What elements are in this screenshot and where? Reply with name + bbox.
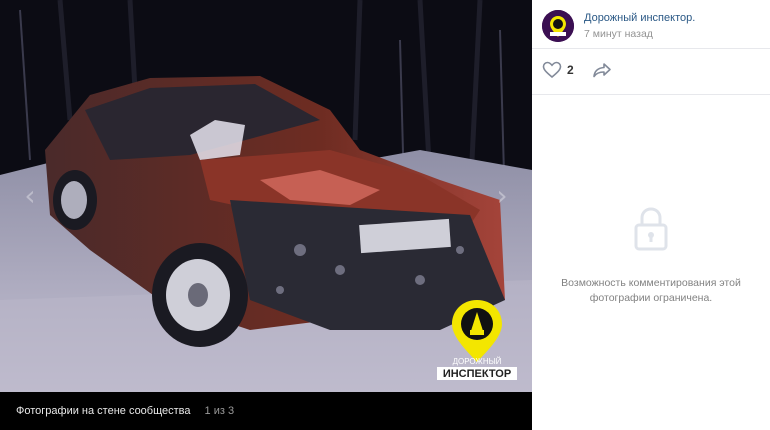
photo-counter: 1 из 3: [204, 405, 235, 417]
chevron-right-icon[interactable]: ›: [490, 178, 514, 214]
share-icon: [592, 63, 611, 78]
photo-viewer: ‹ › ДОРОЖНЫЙ ИНСПЕКТОР Фотографии на сте…: [0, 0, 532, 430]
viewer-footer: Фотографии на стене сообщества 1 из 3: [0, 392, 532, 430]
watermark-line1: ДОРОЖНЫЙ: [453, 357, 502, 366]
like-count: 2: [567, 63, 574, 77]
post-actions: 2: [542, 60, 612, 80]
watermark-line2: ИНСПЕКТОР: [443, 368, 511, 380]
chevron-left-icon[interactable]: ‹: [18, 178, 42, 214]
photo-sidebar: Дорожный инспектор. 7 минут назад 2 Возм…: [532, 0, 770, 430]
watermark-logo: ДОРОЖНЫЙ ИНСПЕКТОР: [432, 296, 522, 380]
share-button[interactable]: [592, 62, 612, 78]
author-block: Дорожный инспектор. 7 минут назад: [542, 8, 695, 44]
avatar-logo-icon: [542, 10, 574, 42]
like-button[interactable]: 2: [542, 61, 574, 79]
heart-icon: [542, 61, 562, 79]
divider: [532, 48, 770, 49]
divider: [532, 94, 770, 95]
avatar[interactable]: [542, 10, 574, 42]
comments-restricted-text: Возможность комментирования этой фотогра…: [561, 277, 741, 304]
album-link[interactable]: Фотографии на стене сообщества: [16, 405, 191, 417]
post-time[interactable]: 7 минут назад: [584, 28, 695, 40]
lock-icon: [633, 205, 669, 256]
comments-restricted: Возможность комментирования этой фотогра…: [532, 205, 770, 306]
author-name[interactable]: Дорожный инспектор.: [584, 12, 695, 24]
